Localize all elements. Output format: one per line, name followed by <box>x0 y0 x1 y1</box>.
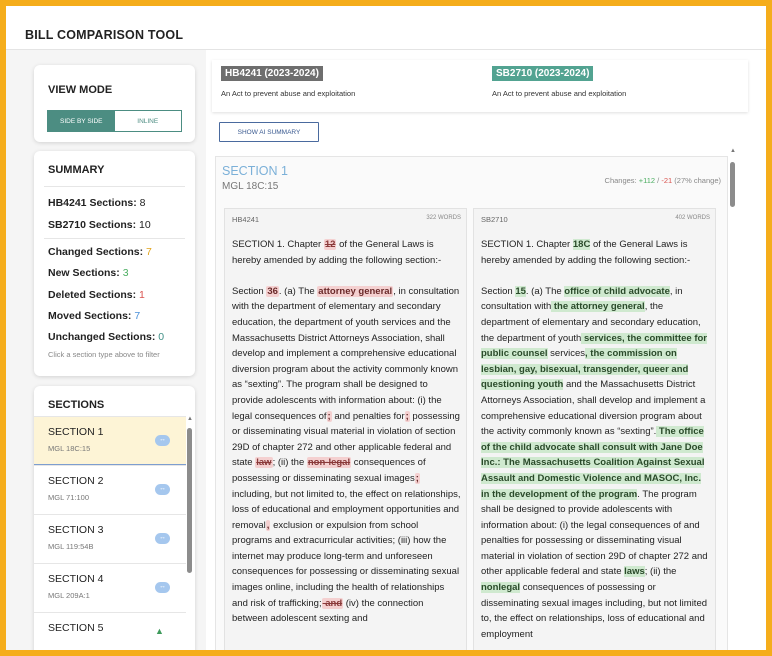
deleted-sections-filter[interactable]: Deleted Sections: 1 <box>48 289 145 301</box>
view-mode-title: VIEW MODE <box>48 84 113 96</box>
section-item[interactable]: SECTION 3 MGL 119:54B ↔ <box>34 514 186 563</box>
section-name: SECTION 4 <box>48 573 104 585</box>
pane-bill-label: HB4241 <box>232 215 260 224</box>
right-bill-text: SECTION 1. Chapter 18C of the General La… <box>481 239 708 640</box>
arrow-up-icon: ▲ <box>155 626 164 636</box>
word-count: 322 WORDS <box>426 215 461 221</box>
pane-bill-label: SB2710 <box>481 215 508 224</box>
left-pane: HB4241 322 WORDS SECTION 1. Chapter 12 o… <box>224 208 467 650</box>
filter-hint: Click a section type above to filter <box>48 350 160 359</box>
main-content: HB4241 (2023-2024) An Act to prevent abu… <box>206 50 766 650</box>
sb-sections-stat: SB2710 Sections: 10 <box>48 219 151 231</box>
left-bill-title: An Act to prevent abuse and exploitation <box>221 89 356 98</box>
show-ai-summary-button[interactable]: SHOW AI SUMMARY <box>219 122 319 142</box>
diff-icon: ↔ <box>155 484 170 495</box>
section-sub: MGL 18C:15 <box>48 444 91 453</box>
app-window: BILL COMPARISON TOOL VIEW MODE SIDE BY S… <box>6 6 766 650</box>
scroll-thumb[interactable] <box>187 428 192 573</box>
section-diff-card: SECTION 1 MGL 18C:15 Changes: +112 / -21… <box>215 156 728 650</box>
section-name: SECTION 1 <box>48 426 104 438</box>
section-item[interactable]: SECTION 5 ▲ <box>34 612 186 650</box>
summary-title: SUMMARY <box>48 164 105 176</box>
changed-sections-filter[interactable]: Changed Sections: 7 <box>48 246 152 258</box>
scroll-up-icon[interactable]: ▲ <box>730 148 736 154</box>
section-title: SECTION 1 <box>222 164 288 178</box>
section-item[interactable]: SECTION 4 MGL 209A:1 ↔ <box>34 563 186 612</box>
section-name: SECTION 3 <box>48 524 104 536</box>
sections-scrollbar[interactable]: ▲ <box>187 416 193 650</box>
deleted-text: 12 <box>323 239 337 250</box>
summary-card: SUMMARY HB4241 Sections: 8 SB2710 Sectio… <box>34 151 195 376</box>
added-text: 18C <box>572 239 591 250</box>
main-scrollbar[interactable]: ▲ <box>730 148 736 650</box>
divider <box>44 186 185 187</box>
hb-sections-stat: HB4241 Sections: 8 <box>48 197 146 209</box>
section-name: SECTION 2 <box>48 475 104 487</box>
sidebar: VIEW MODE SIDE BY SIDE INLINE SUMMARY HB… <box>6 50 206 650</box>
diff-icon: ↔ <box>155 582 170 593</box>
new-sections-filter[interactable]: New Sections: 3 <box>48 267 129 279</box>
left-bill-badge: HB4241 (2023-2024) <box>221 66 323 81</box>
unchanged-sections-filter[interactable]: Unchanged Sections: 0 <box>48 331 164 343</box>
divider <box>44 238 185 239</box>
inline-button[interactable]: INLINE <box>114 111 181 131</box>
view-mode-card: VIEW MODE SIDE BY SIDE INLINE <box>34 65 195 142</box>
section-name: SECTION 5 <box>48 622 104 634</box>
section-item[interactable]: SECTION 2 MGL 71:100 ↔ <box>34 465 186 514</box>
section-subtitle: MGL 18C:15 <box>222 181 279 192</box>
moved-sections-filter[interactable]: Moved Sections: 7 <box>48 310 140 322</box>
changes-summary: Changes: +112 / -21 (27% change) <box>604 176 721 185</box>
scroll-up-icon[interactable]: ▲ <box>187 416 193 422</box>
left-bill-text: SECTION 1. Chapter 12 of the General Law… <box>232 239 461 625</box>
section-item[interactable]: SECTION 1 MGL 18C:15 ↔ <box>34 416 186 465</box>
section-sub: MGL 119:54B <box>48 542 94 551</box>
right-bill-title: An Act to prevent abuse and exploitation <box>492 89 627 98</box>
diff-icon: ↔ <box>155 533 170 544</box>
side-by-side-button[interactable]: SIDE BY SIDE <box>48 111 115 131</box>
section-sub: MGL 209A:1 <box>48 591 90 600</box>
app-title: BILL COMPARISON TOOL <box>25 28 184 42</box>
scroll-thumb[interactable] <box>730 162 735 207</box>
right-bill-badge: SB2710 (2023-2024) <box>492 66 594 81</box>
word-count: 402 WORDS <box>675 215 710 221</box>
diff-icon: ↔ <box>155 435 170 446</box>
section-sub: MGL 71:100 <box>48 493 89 502</box>
sections-card: SECTIONS SECTION 1 MGL 18C:15 ↔ SECTION … <box>34 386 195 650</box>
sections-title: SECTIONS <box>48 399 105 411</box>
view-mode-toggle: SIDE BY SIDE INLINE <box>47 110 182 132</box>
bill-header: HB4241 (2023-2024) An Act to prevent abu… <box>212 60 748 112</box>
right-pane: SB2710 402 WORDS SECTION 1. Chapter 18C … <box>473 208 716 650</box>
